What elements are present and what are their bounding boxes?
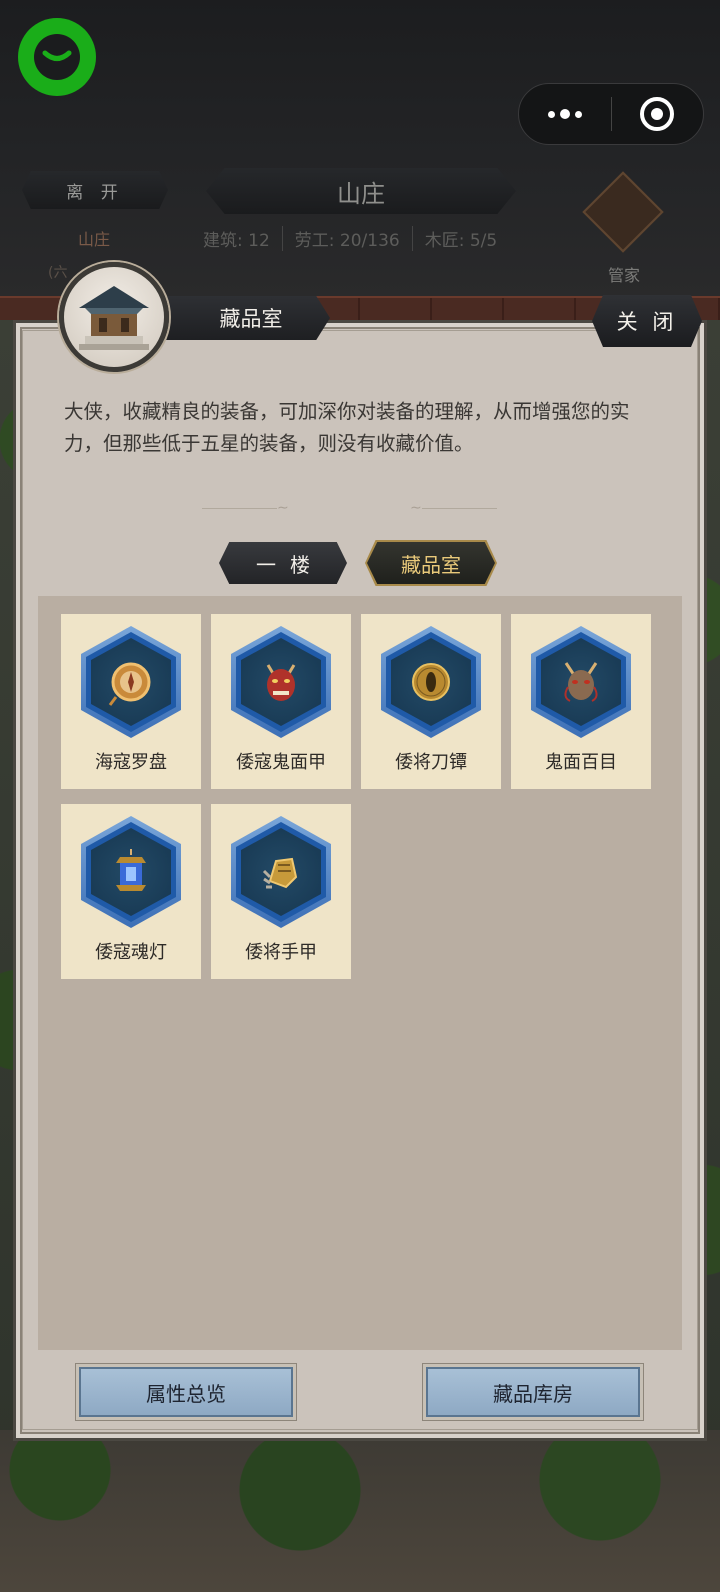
stat-buildings: 建筑: 12 (203, 226, 283, 251)
room-description: 大侠，收藏精良的装备，可加深你对装备的理解，从而增强您的实力，但那些低于五星的装… (64, 400, 630, 455)
scene-background-top (0, 0, 720, 300)
building-avatar-icon (59, 262, 169, 372)
close-button[interactable]: 关 闭 (592, 295, 702, 347)
item-name: 鬼面百目 (545, 752, 617, 773)
capsule-menu (518, 83, 704, 145)
room-title: 藏品室 (158, 296, 330, 340)
tab-first-floor[interactable]: 一楼 (219, 542, 347, 584)
divider-ornament-right: ∼ (410, 500, 497, 516)
more-button[interactable] (519, 84, 611, 144)
estate-stats: 建筑: 12 劳工: 20/136 木匠: 5/5 (203, 226, 509, 251)
stat-carpenters: 木匠: 5/5 (424, 231, 498, 251)
collection-grid: 海寇罗盘 倭寇鬼面甲 倭将刀镡 鬼面百目 倭寇魂灯 倭将手甲 (38, 596, 682, 1350)
item-card[interactable]: 倭寇鬼面甲 (211, 614, 351, 789)
item-name: 海寇罗盘 (95, 752, 167, 773)
mini-program-logo-icon (18, 18, 96, 96)
steward-label[interactable]: 管家 (608, 262, 640, 286)
estate-sub-label: (六 (48, 265, 68, 281)
page-title: 山庄 (206, 168, 516, 214)
attributes-overview-button[interactable]: 属性总览 (79, 1367, 293, 1417)
estate-link[interactable]: 山庄 (78, 226, 110, 250)
item-card[interactable]: 倭将刀镡 (361, 614, 501, 789)
item-card[interactable]: 倭将手甲 (211, 804, 351, 979)
stat-laborers: 劳工: 20/136 (283, 226, 413, 251)
item-card[interactable]: 海寇罗盘 (61, 614, 201, 789)
more-dots-icon (547, 109, 582, 119)
leave-button[interactable]: 离 开 (22, 171, 168, 209)
item-name: 倭将刀镡 (395, 752, 467, 773)
item-name: 倭寇鬼面甲 (236, 752, 326, 773)
close-miniprogram-button[interactable] (612, 84, 704, 144)
divider-ornament-left: ∼ (202, 500, 289, 516)
item-name: 倭将手甲 (245, 942, 317, 963)
item-card[interactable]: 鬼面百目 (511, 614, 651, 789)
item-name: 倭寇魂灯 (95, 942, 167, 963)
item-card[interactable]: 倭寇魂灯 (61, 804, 201, 979)
ground-background (0, 1430, 720, 1592)
collection-storage-button[interactable]: 藏品库房 (426, 1367, 640, 1417)
target-icon (640, 97, 675, 131)
tab-collection-room[interactable]: 藏品室 (367, 542, 495, 584)
